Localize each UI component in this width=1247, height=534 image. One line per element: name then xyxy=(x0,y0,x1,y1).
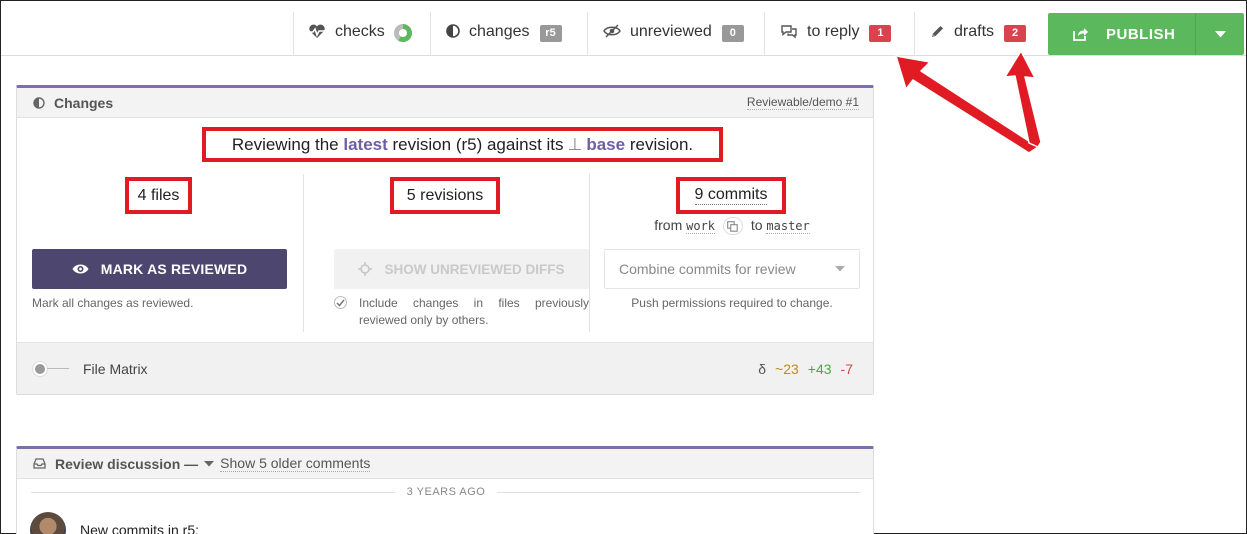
drafts-label: drafts xyxy=(954,23,995,40)
changes-panel-header: Changes Reviewable/demo #1 xyxy=(17,88,873,118)
file-matrix-bar: File Matrix δ ~23 +43 -7 xyxy=(17,342,873,394)
caret-down-icon xyxy=(204,460,215,467)
revisions-column: 5 revisions SHOW UNREVIEWED DIFFS Includ… xyxy=(303,174,589,332)
publish-label: PUBLISH xyxy=(1106,25,1176,43)
pencil-icon xyxy=(930,24,945,39)
branch-info: from work to master xyxy=(590,217,874,236)
revisions-count-value: 5 xyxy=(406,186,416,204)
publish-button[interactable]: PUBLISH xyxy=(1048,13,1196,55)
source-branch[interactable]: work xyxy=(686,219,716,234)
revisions-unit: revisions xyxy=(420,186,484,204)
files-unit: files xyxy=(150,186,180,204)
from-label: from xyxy=(654,217,683,233)
time-separator-label: 3 YEARS AGO xyxy=(406,486,486,498)
checks-label: checks xyxy=(335,23,385,40)
to-reply-count-badge: 1 xyxy=(869,25,892,42)
delta-stats: δ ~23 +43 -7 xyxy=(758,361,853,377)
modified-lines: ~23 xyxy=(775,360,799,377)
discussion-header: Review discussion — Show 5 older comment… xyxy=(17,449,873,479)
checks-tab[interactable]: checks xyxy=(293,12,430,56)
summary-prefix: Reviewing the xyxy=(231,134,339,154)
combine-help: Push permissions required to change. xyxy=(631,296,833,310)
combine-commits-select[interactable]: Combine commits for review xyxy=(604,249,860,289)
files-count: 4 files xyxy=(125,177,192,214)
revisions-count: 5 revisions xyxy=(390,177,500,214)
checkbox-icon[interactable] xyxy=(334,296,347,309)
commits-count-value: 9 xyxy=(694,186,704,203)
include-others-option[interactable]: Include changes in files previously revi… xyxy=(334,295,589,329)
discussion-title: Review discussion — xyxy=(55,455,199,472)
include-others-label: Include changes in files previously revi… xyxy=(359,296,589,327)
repo-pr-link[interactable]: Reviewable/demo #1 xyxy=(746,95,859,110)
added-lines: +43 xyxy=(807,360,832,377)
drafts-tab[interactable]: drafts 2 xyxy=(914,12,1048,56)
caret-down-icon xyxy=(1214,30,1226,38)
show-unreviewed-diffs-button[interactable]: SHOW UNREVIEWED DIFFS xyxy=(334,249,589,289)
summary-suffix: revision. xyxy=(629,134,694,154)
delta-symbol: δ xyxy=(758,360,767,377)
latest-revision-link[interactable]: latest xyxy=(343,135,387,155)
removed-lines: -7 xyxy=(840,360,853,377)
arrow-to-reply xyxy=(895,55,1039,154)
eye-slash-icon xyxy=(603,24,621,38)
commits-count: 9 commits xyxy=(676,177,786,214)
show-older-comments[interactable]: Show 5 older comments xyxy=(204,455,371,472)
unreviewed-tab[interactable]: unreviewed 0 xyxy=(587,12,764,56)
show-older-comments-label: Show 5 older comments xyxy=(220,455,371,472)
combine-commits-value: Combine commits for review xyxy=(619,261,796,277)
mark-as-reviewed-button[interactable]: MARK AS REVIEWED xyxy=(32,249,287,289)
to-reply-label: to reply xyxy=(807,23,860,40)
commits-unit: commits xyxy=(707,186,768,203)
review-summary: Reviewing the latest revision (r5) again… xyxy=(202,127,723,162)
comment-item: New commits in r5: xyxy=(30,512,199,534)
publish-options-dropdown[interactable] xyxy=(1196,13,1244,55)
half-circle-icon xyxy=(446,24,460,38)
file-matrix-label: File Matrix xyxy=(83,360,148,377)
inbox-icon xyxy=(33,458,46,469)
copy-icon[interactable] xyxy=(722,217,743,236)
commits-link[interactable]: 9 commits xyxy=(694,186,768,205)
base-revision-link[interactable]: base xyxy=(586,135,625,155)
checks-status-icon xyxy=(393,23,413,43)
share-icon xyxy=(1073,27,1089,41)
files-column: 4 files MARK AS REVIEWED Mark all change… xyxy=(17,174,302,332)
comments-icon xyxy=(780,24,798,39)
mark-reviewed-help: Mark all changes as reviewed. xyxy=(32,296,194,310)
eye-icon xyxy=(72,263,89,275)
files-count-value: 4 xyxy=(137,186,147,204)
drafts-count-badge: 2 xyxy=(1004,25,1027,42)
time-separator: 3 YEARS AGO xyxy=(31,486,862,498)
changes-label: changes xyxy=(469,23,530,40)
comment-text: New commits in r5: xyxy=(80,522,200,534)
target-branch[interactable]: master xyxy=(766,219,810,234)
file-matrix-toggle[interactable] xyxy=(33,361,69,376)
top-toolbar: checks changes r5 unreviewed 0 to reply … xyxy=(1,1,1246,56)
base-symbol: ⊥ xyxy=(567,134,583,154)
changes-revision-badge: r5 xyxy=(539,25,562,42)
changes-tab[interactable]: changes r5 xyxy=(430,12,587,56)
half-circle-icon xyxy=(33,96,45,109)
publish-button-group: PUBLISH xyxy=(1048,13,1244,55)
mark-as-reviewed-label: MARK AS REVIEWED xyxy=(100,261,248,277)
arrow-to-drafts xyxy=(1004,50,1042,148)
changes-panel-title: Changes xyxy=(54,94,114,111)
unreviewed-count-badge: 0 xyxy=(721,25,744,42)
changes-panel: Changes Reviewable/demo #1 Reviewing the… xyxy=(16,85,874,395)
crosshair-icon xyxy=(358,262,373,276)
summary-middle: revision (r5) against its xyxy=(392,134,564,154)
review-discussion-panel: Review discussion — Show 5 older comment… xyxy=(16,446,874,534)
heartbeat-icon xyxy=(308,24,326,39)
show-unreviewed-diffs-label: SHOW UNREVIEWED DIFFS xyxy=(384,261,565,277)
to-label: to xyxy=(750,217,763,233)
to-reply-tab[interactable]: to reply 1 xyxy=(764,12,914,56)
commits-column: 9 commits from work to master Combine co… xyxy=(589,174,874,332)
avatar[interactable] xyxy=(30,512,66,534)
unreviewed-label: unreviewed xyxy=(630,23,712,40)
caret-down-icon xyxy=(835,266,845,272)
